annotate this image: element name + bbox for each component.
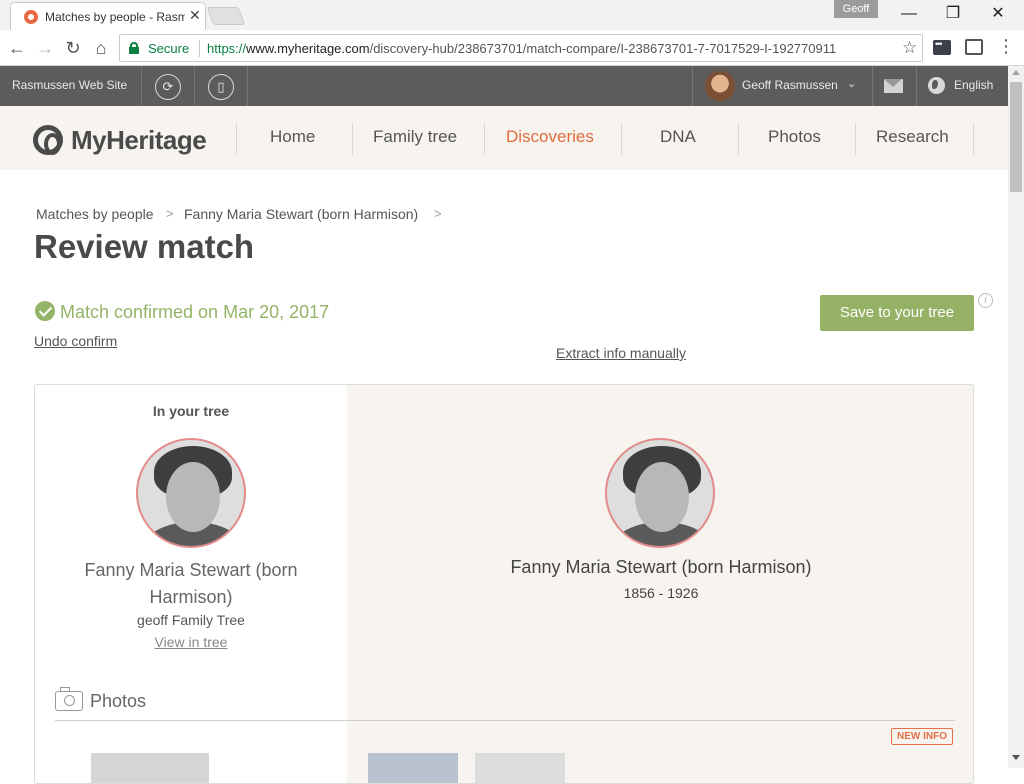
save-to-tree-button[interactable]: Save to your tree	[820, 295, 974, 331]
compare-panel: Fanny Maria Stewart (born Harmison) 1856…	[34, 384, 974, 784]
url-text: https://www.myheritage.com/discovery-hub…	[207, 41, 837, 56]
view-in-tree-link[interactable]: View in tree	[35, 634, 347, 650]
nav-divider	[973, 123, 974, 155]
nav-divider	[352, 123, 353, 155]
home-icon[interactable]: ⌂	[89, 36, 113, 60]
user-name[interactable]: Geoff Rasmussen	[742, 78, 838, 92]
cast-icon[interactable]	[965, 39, 983, 55]
myheritage-logo[interactable]: MyHeritage	[33, 122, 213, 156]
chevron-right-icon: >	[166, 206, 174, 221]
site-name[interactable]: Rasmussen Web Site	[12, 78, 127, 92]
lock-icon	[129, 42, 139, 54]
chevron-down-icon[interactable]: ⌄	[847, 77, 856, 90]
language-selector[interactable]: English	[954, 78, 993, 92]
nav-item-discoveries[interactable]: Discoveries	[506, 127, 594, 147]
globe-icon[interactable]	[928, 77, 945, 94]
minimize-icon[interactable]: —	[894, 2, 924, 26]
mail-icon[interactable]	[884, 79, 903, 93]
info-icon[interactable]: i	[978, 293, 993, 308]
nav-divider	[738, 123, 739, 155]
divider	[141, 66, 142, 106]
browser-menu-icon[interactable]: ⋮	[997, 36, 1015, 57]
nav-divider	[236, 123, 237, 155]
site-top-bar: Rasmussen Web Site ⟳ ▯ Geoff Rasmussen ⌄…	[0, 66, 1008, 106]
match-confirmed-status: Match confirmed on Mar 20, 2017	[60, 302, 330, 322]
match-person-name: Fanny Maria Stewart (born Harmison)	[510, 557, 812, 577]
nav-divider	[621, 123, 622, 155]
sync-icon[interactable]: ⟳	[155, 74, 181, 100]
logo-mark-icon	[33, 125, 63, 155]
back-icon[interactable]: ←	[5, 36, 29, 60]
extract-info-link[interactable]: Extract info manually	[556, 345, 686, 361]
nav-item-family-tree[interactable]: Family tree	[373, 127, 457, 147]
tab-close-icon[interactable]: ✕	[189, 7, 201, 24]
undo-confirm-link[interactable]: Undo confirm	[34, 333, 117, 349]
nav-item-research[interactable]: Research	[876, 127, 949, 147]
tree-name: geoff Family Tree	[137, 612, 245, 628]
profile-badge[interactable]: Geoff	[834, 0, 878, 18]
breadcrumb-matches[interactable]: Matches by people	[36, 206, 154, 222]
nav-item-dna[interactable]: DNA	[660, 127, 696, 147]
browser-toolbar: ← → ↻ ⌂ Secure https://www.myheritage.co…	[0, 30, 1024, 66]
nav-divider	[484, 123, 485, 155]
restore-icon[interactable]: ❐	[938, 2, 968, 26]
scroll-thumb[interactable]	[1010, 82, 1022, 192]
photo-thumbnail[interactable]	[475, 753, 565, 783]
in-your-tree-header: In your tree	[152, 403, 230, 419]
nav-divider	[855, 123, 856, 155]
nav-item-home[interactable]: Home	[270, 127, 315, 147]
tasks-icon[interactable]: ▯	[208, 74, 234, 100]
section-divider	[55, 720, 955, 721]
breadcrumb-person[interactable]: Fanny Maria Stewart (born Harmison)	[184, 206, 418, 222]
match-portrait[interactable]	[605, 438, 715, 548]
myheritage-favicon-icon	[24, 10, 38, 24]
match-column: Fanny Maria Stewart (born Harmison) 1856…	[347, 385, 973, 783]
divider	[194, 66, 195, 106]
tree-portrait[interactable]	[136, 438, 246, 548]
tab-title: Matches by people - Rasmussen Web Site	[45, 10, 185, 24]
photo-thumbnail[interactable]	[91, 753, 209, 783]
match-person-years: 1856 - 1926	[623, 585, 699, 601]
secure-label: Secure	[148, 41, 190, 56]
check-circle-icon	[35, 301, 55, 321]
new-tab-button[interactable]	[206, 7, 246, 25]
browser-tabbar: Matches by people - Rasmussen Web Site ✕…	[0, 0, 1024, 30]
extension-icon[interactable]	[933, 39, 951, 55]
scroll-down-icon[interactable]	[1012, 755, 1020, 760]
close-window-icon[interactable]: ✕	[983, 2, 1013, 26]
browser-tab[interactable]: Matches by people - Rasmussen Web Site ✕	[10, 2, 206, 30]
page-scrollbar[interactable]	[1008, 66, 1024, 768]
forward-icon[interactable]: →	[33, 36, 57, 60]
omnibox-divider	[199, 40, 200, 57]
main-nav: MyHeritage Home Family tree Discoveries …	[0, 106, 1008, 170]
photo-thumbnail[interactable]	[368, 753, 458, 783]
photos-section-title: Photos	[90, 691, 147, 711]
page-title: Review match	[34, 228, 255, 265]
address-bar[interactable]: Secure https://www.myheritage.com/discov…	[119, 34, 923, 62]
logo-text: MyHeritage	[71, 125, 207, 155]
divider	[247, 66, 248, 106]
tree-person-name: Fanny Maria Stewart (born Harmison)	[84, 560, 298, 607]
divider	[916, 66, 917, 106]
user-avatar[interactable]	[705, 71, 735, 101]
nav-item-photos[interactable]: Photos	[768, 127, 821, 147]
bookmark-star-icon[interactable]: ☆	[902, 38, 917, 58]
new-info-badge: NEW INFO	[891, 728, 953, 745]
reload-icon[interactable]: ↻	[61, 36, 85, 60]
divider	[872, 66, 873, 106]
divider	[692, 66, 693, 106]
scroll-up-icon[interactable]	[1012, 70, 1020, 75]
camera-icon	[55, 687, 83, 711]
chevron-right-icon: >	[434, 206, 442, 221]
